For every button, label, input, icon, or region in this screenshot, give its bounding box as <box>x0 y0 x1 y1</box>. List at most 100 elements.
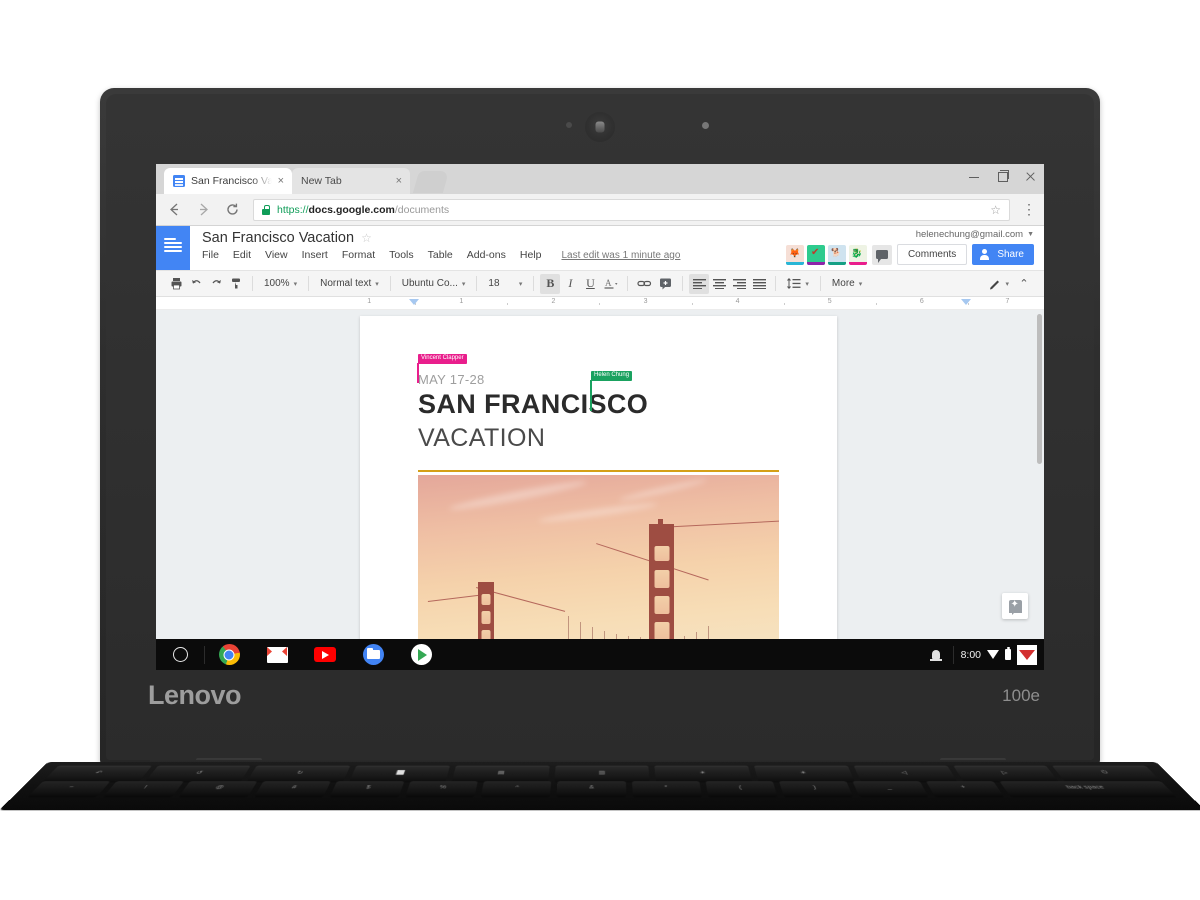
align-left-button[interactable] <box>689 274 709 294</box>
document-heading-1[interactable]: SAN FRANCISCO <box>418 387 779 422</box>
hide-menus-button[interactable]: ⌃ <box>1014 274 1034 294</box>
print-icon[interactable] <box>166 274 186 294</box>
browser-tab-new-tab[interactable]: New Tab × <box>292 168 410 194</box>
close-icon[interactable] <box>1022 168 1038 184</box>
document-canvas[interactable]: Vincent Clapper MAY 17-28 Helen Chung SA… <box>156 310 1044 639</box>
forward-icon[interactable] <box>195 201 212 218</box>
align-justify-button[interactable] <box>749 274 769 294</box>
shelf-app-gmail[interactable] <box>253 639 301 670</box>
key-6[interactable]: ^ <box>481 781 552 797</box>
shelf-app-youtube[interactable] <box>301 639 349 670</box>
more-button[interactable]: More ▾ <box>827 274 867 294</box>
tab-close-icon[interactable]: × <box>278 176 284 187</box>
key-volume-down[interactable]: ◁ <box>854 766 958 783</box>
menu-insert[interactable]: Insert <box>302 249 328 261</box>
menu-help[interactable]: Help <box>520 249 542 261</box>
comments-button[interactable]: Comments <box>897 244 967 265</box>
paragraph-style-dropdown[interactable]: Normal text ▾ <box>315 274 384 294</box>
add-comment-icon[interactable] <box>655 274 676 294</box>
key-equals[interactable]: + <box>926 781 1005 797</box>
browser-menu-icon[interactable]: ⋮ <box>1022 205 1034 213</box>
launcher-button[interactable] <box>156 639 204 670</box>
bookmark-star-icon[interactable]: ☆ <box>990 203 1001 217</box>
avatar[interactable]: 🐕 <box>828 245 846 265</box>
reload-icon[interactable] <box>224 201 241 218</box>
menu-view[interactable]: View <box>265 249 288 261</box>
avatar[interactable]: ✔ <box>807 245 825 265</box>
editing-mode-button[interactable]: ▾ <box>983 274 1014 294</box>
avatar[interactable]: 🐉 <box>849 245 867 265</box>
align-center-button[interactable] <box>709 274 729 294</box>
key-minus[interactable]: _ <box>852 781 928 797</box>
new-tab-button[interactable] <box>413 171 449 193</box>
shelf-app-play-store[interactable] <box>397 639 445 670</box>
shelf-app-chrome[interactable] <box>205 639 253 670</box>
undo-icon[interactable] <box>186 274 206 294</box>
last-edit-link[interactable]: Last edit was 1 minute ago <box>561 250 680 261</box>
menu-addons[interactable]: Add-ons <box>467 249 506 261</box>
right-indent-marker[interactable] <box>961 299 971 305</box>
system-tray[interactable]: 8:00 <box>954 639 1044 670</box>
insert-link-icon[interactable] <box>634 274 655 294</box>
maximize-icon[interactable] <box>994 168 1010 184</box>
explore-button[interactable] <box>1002 593 1028 619</box>
paint-format-icon[interactable] <box>226 274 246 294</box>
font-size-dropdown[interactable]: 18 ▾ <box>483 274 527 294</box>
key-power[interactable]: ⏻ <box>1052 766 1162 783</box>
minimize-icon[interactable] <box>966 168 982 184</box>
tab-close-icon[interactable]: × <box>396 176 402 187</box>
comment-icon[interactable] <box>872 245 892 265</box>
shelf-app-files[interactable] <box>349 639 397 670</box>
font-dropdown[interactable]: Ubuntu Co... ▾ <box>397 274 471 294</box>
key-fullscreen[interactable]: ▤ <box>452 766 550 783</box>
bold-button[interactable]: B <box>540 274 560 294</box>
document-title[interactable]: San Francisco Vacation <box>202 230 354 246</box>
notification-button[interactable] <box>919 650 953 659</box>
document-heading-2[interactable]: VACATION <box>418 422 779 454</box>
key-reload[interactable]: ⬜ <box>349 766 450 783</box>
line-spacing-button[interactable]: ▾ <box>782 274 814 294</box>
key-2[interactable]: @ <box>178 781 257 797</box>
text-color-button[interactable]: A <box>600 274 621 294</box>
key-5[interactable]: % <box>405 781 478 797</box>
account-menu[interactable]: helenechung@gmail.com ▼ <box>916 229 1034 240</box>
browser-tab-active[interactable]: San Francisco Vacatio × <box>164 168 292 194</box>
align-right-button[interactable] <box>729 274 749 294</box>
address-bar[interactable]: https://docs.google.com/documents ☆ <box>253 199 1010 221</box>
avatar[interactable]: 🦊 <box>786 245 804 265</box>
key-9[interactable]: ( <box>705 781 777 797</box>
share-button[interactable]: Share <box>972 244 1034 265</box>
menu-edit[interactable]: Edit <box>233 249 251 261</box>
document-page[interactable]: Vincent Clapper MAY 17-28 Helen Chung SA… <box>360 316 837 639</box>
key-back[interactable]: ↺ <box>144 766 251 783</box>
zoom-dropdown[interactable]: 100% ▾ <box>259 274 302 294</box>
key-esc[interactable]: ↶ <box>42 766 152 783</box>
italic-button[interactable]: I <box>560 274 580 294</box>
golden-gate-bridge-image[interactable] <box>418 475 779 639</box>
underline-button[interactable]: U <box>580 274 600 294</box>
menu-file[interactable]: File <box>202 249 219 261</box>
menu-tools[interactable]: Tools <box>389 249 414 261</box>
key-3[interactable]: # <box>254 781 331 797</box>
key-8[interactable]: * <box>631 781 701 797</box>
menu-table[interactable]: Table <box>428 249 453 261</box>
docs-logo-icon[interactable] <box>156 226 190 270</box>
key-tilde[interactable]: ~ <box>27 781 110 797</box>
back-icon[interactable] <box>166 201 183 218</box>
key-volume-up[interactable]: ▷ <box>953 766 1060 783</box>
key-1[interactable]: ! <box>103 781 184 797</box>
menu-format[interactable]: Format <box>342 249 375 261</box>
key-4[interactable]: $ <box>330 781 405 797</box>
document-ruler[interactable]: 1 1 2 3 4 5 6 7 <box>156 297 1044 310</box>
key-7[interactable]: & <box>557 781 626 797</box>
vertical-scrollbar[interactable] <box>1037 314 1042 464</box>
redo-icon[interactable] <box>206 274 226 294</box>
key-backspace[interactable]: back space <box>999 781 1177 797</box>
key-0[interactable]: ) <box>779 781 853 797</box>
key-brightness-up[interactable]: ☀ <box>754 766 855 783</box>
avatar[interactable] <box>1017 645 1037 665</box>
key-forward[interactable]: ↻ <box>247 766 351 783</box>
left-indent-marker[interactable] <box>409 299 419 305</box>
key-overview[interactable]: ▥ <box>554 766 650 783</box>
star-icon[interactable]: ☆ <box>361 231 372 245</box>
